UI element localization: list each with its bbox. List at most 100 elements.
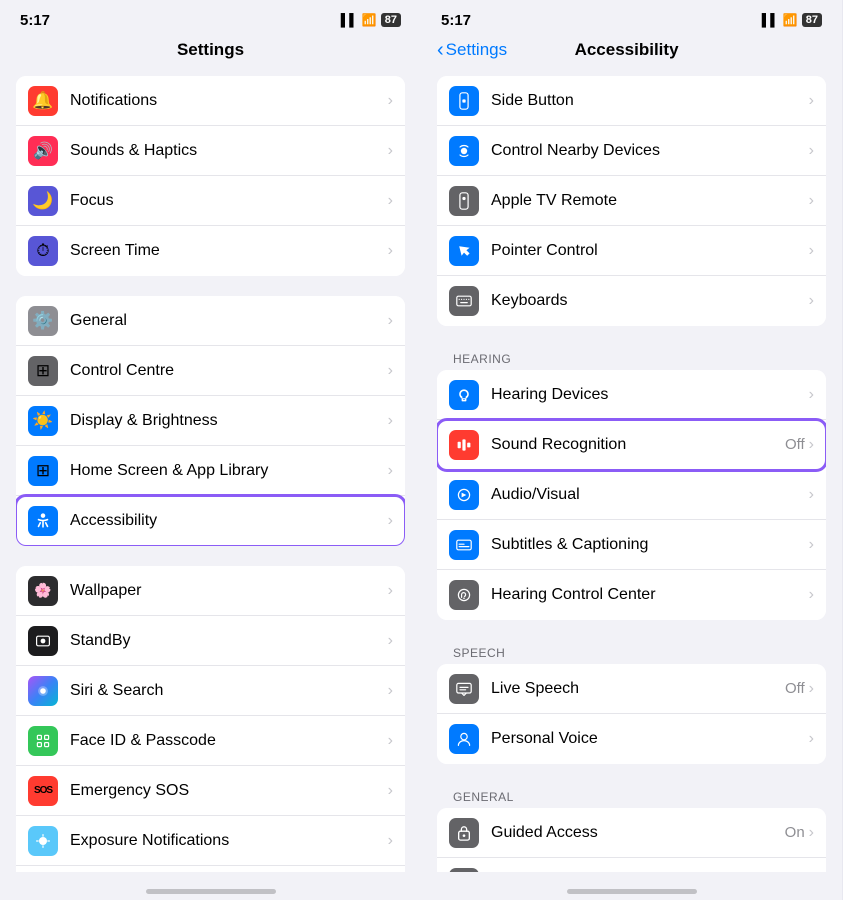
general-icon: ⚙️ [28, 306, 58, 336]
right-page-title: Accessibility [507, 40, 746, 60]
chevron-icon: › [388, 682, 393, 700]
settings-row-wallpaper[interactable]: 🌸 Wallpaper › [16, 566, 405, 616]
row-controlnearby[interactable]: Control Nearby Devices › [437, 126, 826, 176]
general-section-header: GENERAL [421, 784, 842, 808]
chevron-icon: › [388, 412, 393, 430]
row-appletvremote[interactable]: Apple TV Remote › [437, 176, 826, 226]
row-keyboards[interactable]: Keyboards › [437, 276, 826, 326]
pointercontrol-icon [449, 236, 479, 266]
sidebutton-label: Side Button [491, 92, 574, 110]
settings-group-1: 🔔 Notifications › 🔊 Sounds & Haptics › 🌙… [16, 76, 405, 276]
focus-icon: 🌙 [28, 186, 58, 216]
back-button[interactable]: ‹ Settings [437, 40, 507, 60]
chevron-icon: › [388, 582, 393, 600]
audiovisual-label: Audio/Visual [491, 486, 580, 504]
chevron-icon: › [809, 824, 814, 842]
chevron-icon: › [809, 536, 814, 554]
chevron-icon: › [388, 142, 393, 160]
row-hearingcontrolcenter[interactable]: Hearing Control Center › [437, 570, 826, 620]
notifications-icon: 🔔 [28, 86, 58, 116]
row-soundrecognition[interactable]: Sound Recognition Off › [437, 420, 826, 470]
subtitles-label: Subtitles & Captioning [491, 536, 648, 554]
left-panel: 5:17 ▌▌ 📶 87 Settings 🔔 Notifications › … [0, 0, 421, 900]
guidedaccess-label: Guided Access [491, 824, 598, 842]
row-guidedaccess[interactable]: Guided Access On › [437, 808, 826, 858]
row-livespeech[interactable]: Live Speech Off › [437, 664, 826, 714]
livespeech-label: Live Speech [491, 680, 579, 698]
hearing-section-header: HEARING [421, 346, 842, 370]
row-pointercontrol[interactable]: Pointer Control › [437, 226, 826, 276]
right-status-bar: 5:17 ▌▌ 📶 87 [421, 0, 842, 36]
sos-label: Emergency SOS [70, 782, 189, 800]
siri-label: Siri & Search [70, 682, 163, 700]
screentime-label: Screen Time [70, 242, 160, 260]
sidebutton-icon [449, 86, 479, 116]
guidedaccess-icon [449, 818, 479, 848]
hearingdevices-label: Hearing Devices [491, 386, 608, 404]
settings-row-faceid[interactable]: Face ID & Passcode › [16, 716, 405, 766]
signal-icon: ▌▌ [341, 13, 358, 27]
chevron-icon: › [809, 730, 814, 748]
right-home-bar [421, 872, 842, 900]
chevron-icon: › [388, 782, 393, 800]
subtitles-icon [449, 530, 479, 560]
home-indicator [146, 889, 276, 894]
sos-icon: SOS [28, 776, 58, 806]
row-sidebutton[interactable]: Side Button › [437, 76, 826, 126]
focus-label: Focus [70, 192, 114, 210]
chevron-icon: › [809, 92, 814, 110]
back-chevron-icon: ‹ [437, 40, 444, 60]
back-label: Settings [446, 40, 507, 60]
motor-section: Side Button › Control Nearby Devices › [437, 76, 826, 326]
settings-row-display[interactable]: ☀️ Display & Brightness › [16, 396, 405, 446]
settings-row-notifications[interactable]: 🔔 Notifications › [16, 76, 405, 126]
left-settings-scroll[interactable]: 🔔 Notifications › 🔊 Sounds & Haptics › 🌙… [0, 68, 421, 872]
right-status-icons: ▌▌ 📶 87 [762, 13, 822, 27]
settings-row-controlcentre[interactable]: ⊞ Control Centre › [16, 346, 405, 396]
row-assistiveaccess[interactable]: Assistive Access Off › [437, 858, 826, 872]
battery-level: 87 [802, 13, 822, 27]
chevron-icon: › [809, 680, 814, 698]
settings-row-exposure[interactable]: Exposure Notifications › [16, 816, 405, 866]
livespeech-value: Off [785, 680, 805, 697]
livespeech-icon [449, 674, 479, 704]
settings-row-sounds[interactable]: 🔊 Sounds & Haptics › [16, 126, 405, 176]
appletvremote-label: Apple TV Remote [491, 192, 617, 210]
settings-row-general[interactable]: ⚙️ General › [16, 296, 405, 346]
left-time: 5:17 [20, 12, 50, 29]
sounds-label: Sounds & Haptics [70, 142, 197, 160]
chevron-icon: › [388, 242, 393, 260]
row-hearingdevices[interactable]: Hearing Devices › [437, 370, 826, 420]
settings-row-focus[interactable]: 🌙 Focus › [16, 176, 405, 226]
speech-section: Live Speech Off › Personal Voice › [437, 664, 826, 764]
keyboards-label: Keyboards [491, 292, 568, 310]
wallpaper-icon: 🌸 [28, 576, 58, 606]
right-panel: 5:17 ▌▌ 📶 87 ‹ Settings Accessibility Si… [421, 0, 842, 900]
chevron-icon: › [388, 732, 393, 750]
settings-row-siri[interactable]: Siri & Search › [16, 666, 405, 716]
homescreen-label: Home Screen & App Library [70, 462, 268, 480]
accessibility-label: Accessibility [70, 512, 157, 530]
settings-row-accessibility[interactable]: Accessibility › [16, 496, 405, 546]
settings-row-sos[interactable]: SOS Emergency SOS › [16, 766, 405, 816]
chevron-icon: › [809, 192, 814, 210]
chevron-icon: › [388, 362, 393, 380]
home-indicator [567, 889, 697, 894]
homescreen-icon: ⊞ [28, 456, 58, 486]
chevron-icon: › [809, 586, 814, 604]
screentime-icon: ⏱ [28, 236, 58, 266]
settings-row-battery[interactable]: Battery › [16, 866, 405, 872]
settings-row-homescreen[interactable]: ⊞ Home Screen & App Library › [16, 446, 405, 496]
row-subtitles[interactable]: Subtitles & Captioning › [437, 520, 826, 570]
display-icon: ☀️ [28, 406, 58, 436]
settings-row-screentime[interactable]: ⏱ Screen Time › [16, 226, 405, 276]
sounds-icon: 🔊 [28, 136, 58, 166]
soundrecognition-value: Off [785, 436, 805, 453]
row-personalvoice[interactable]: Personal Voice › [437, 714, 826, 764]
chevron-icon: › [809, 142, 814, 160]
row-audiovisual[interactable]: Audio/Visual › [437, 470, 826, 520]
right-settings-scroll[interactable]: Side Button › Control Nearby Devices › [421, 68, 842, 872]
personalvoice-label: Personal Voice [491, 730, 598, 748]
settings-row-standby[interactable]: StandBy › [16, 616, 405, 666]
controlnearby-label: Control Nearby Devices [491, 142, 660, 160]
